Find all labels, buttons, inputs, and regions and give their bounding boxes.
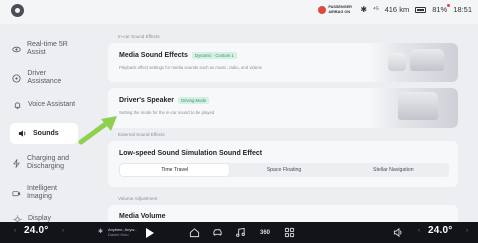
airbag-icon bbox=[318, 5, 327, 14]
car-icon[interactable] bbox=[211, 226, 224, 239]
airbag-indicator: PASSENGER AIRBAG ON bbox=[318, 5, 354, 14]
headrest-image bbox=[368, 88, 458, 128]
play-icon[interactable] bbox=[146, 228, 154, 238]
bell-icon bbox=[12, 100, 22, 110]
status-indicators: PASSENGER AIRBAG ON ✱ ⁴ᴳ 416 km 81% 18:5… bbox=[318, 4, 472, 14]
car-logo-icon bbox=[11, 4, 24, 17]
sidebar-item-label: Real-time 5R Assist bbox=[27, 41, 68, 56]
card-title-text: Driver's Speaker bbox=[119, 97, 174, 104]
pointer-arrow-icon bbox=[78, 116, 117, 145]
media-volume-title: Media Volume bbox=[119, 213, 166, 220]
sidebar-item-label: Driver Assistance bbox=[27, 70, 62, 85]
section-label-external: External Sound Effects bbox=[118, 132, 165, 137]
media-sound-effects-subtitle: Playback effect settings for media sound… bbox=[119, 65, 262, 70]
media-sound-effects-card[interactable]: Media Sound Effects Dynamic · Custom 1 P… bbox=[108, 43, 458, 82]
speaker-icon bbox=[17, 129, 27, 139]
speaker-image bbox=[368, 43, 458, 82]
settings-sidebar: Real-time 5R Assist Driver Assistance Vo… bbox=[0, 24, 82, 224]
sidebar-item-label: Intelligent Imaging bbox=[27, 185, 57, 200]
dock-360-label: 360 bbox=[259, 229, 270, 236]
sounds-settings-panel: In-car Sound Effects Media Sound Effects… bbox=[102, 24, 458, 222]
sidebar-item-charging[interactable]: Charging and Discharging bbox=[12, 155, 78, 171]
status-bar: PASSENGER AIRBAG ON ✱ ⁴ᴳ 416 km 81% 18:5… bbox=[0, 0, 478, 24]
section-label-volume: Volume Adjustment bbox=[118, 196, 158, 201]
left-temp-increase-icon[interactable]: › bbox=[62, 228, 64, 234]
music-info: Anytime, Anyw... Daniel Kuiu bbox=[108, 227, 137, 237]
music-widget[interactable]: ✱ Anytime, Anyw... Daniel Kuiu bbox=[98, 227, 137, 237]
option-space-floating[interactable]: Space Floating bbox=[229, 164, 338, 176]
bottom-dock: ‹ 24.0° › ✱ Anytime, Anyw... Daniel Kuiu… bbox=[0, 222, 478, 243]
sidebar-item-realtime-assist[interactable]: Real-time 5R Assist bbox=[12, 41, 78, 57]
media-effects-tag: Dynamic · Custom 1 bbox=[191, 52, 237, 59]
low-speed-sound-selector: Time Travel Space Floating Stellar Navig… bbox=[119, 163, 449, 177]
right-temp-decrease-icon[interactable]: ‹ bbox=[418, 228, 420, 234]
low-speed-sound-card: Low-speed Sound Simulation Sound Effect … bbox=[108, 141, 458, 187]
sidebar-item-voice-assistant[interactable]: Voice Assistant bbox=[12, 100, 78, 110]
volume-icon[interactable] bbox=[392, 226, 405, 239]
signal-icon: ⁴ᴳ bbox=[373, 6, 379, 13]
driving-mode-tag: Driving Mode bbox=[177, 97, 210, 104]
sidebar-item-label: Charging and Discharging bbox=[27, 155, 70, 170]
left-temp-decrease-icon[interactable]: ‹ bbox=[14, 228, 16, 234]
eye-icon bbox=[12, 44, 21, 54]
drivers-speaker-subtitle: Setting the mode for the in-car sound to… bbox=[119, 110, 215, 115]
card-title-text: Media Sound Effects bbox=[119, 52, 188, 59]
camera-icon bbox=[12, 188, 21, 198]
range-text: 416 km bbox=[384, 5, 410, 14]
apps-icon[interactable] bbox=[283, 226, 296, 239]
sidebar-item-driver-assistance[interactable]: Driver Assistance bbox=[12, 70, 78, 86]
media-volume-card: Media Volume bbox=[108, 205, 458, 222]
option-time-travel[interactable]: Time Travel bbox=[120, 164, 230, 176]
right-temperature[interactable]: 24.0° bbox=[428, 225, 452, 236]
camera-360-icon[interactable]: 360 bbox=[257, 226, 273, 239]
steering-icon bbox=[12, 73, 21, 83]
drivers-speaker-title: Driver's Speaker Driving Mode bbox=[119, 97, 210, 104]
drivers-speaker-card[interactable]: Driver's Speaker Driving Mode Setting th… bbox=[108, 88, 458, 128]
airbag-text: PASSENGER AIRBAG ON bbox=[328, 5, 352, 14]
option-stellar-navigation[interactable]: Stellar Navigation bbox=[339, 164, 448, 176]
low-speed-title: Low-speed Sound Simulation Sound Effect bbox=[119, 150, 263, 157]
clock: 18:51 bbox=[453, 5, 472, 14]
sidebar-item-label: Sounds bbox=[33, 129, 59, 137]
sidebar-item-sounds[interactable]: Sounds bbox=[10, 123, 78, 144]
section-label-in-car: In-car Sound Effects bbox=[118, 34, 160, 39]
left-temperature[interactable]: 24.0° bbox=[24, 225, 48, 236]
sidebar-item-intelligent-imaging[interactable]: Intelligent Imaging bbox=[12, 185, 78, 201]
music-icon[interactable] bbox=[234, 226, 247, 239]
battery-percent: 81% bbox=[432, 4, 451, 14]
battery-icon bbox=[415, 6, 427, 13]
sidebar-item-label: Voice Assistant bbox=[28, 101, 76, 108]
bluetooth-icon: ✱ bbox=[360, 5, 368, 14]
home-icon[interactable] bbox=[188, 226, 201, 239]
right-temp-increase-icon[interactable]: › bbox=[466, 228, 468, 234]
song-artist: Daniel Kuiu bbox=[108, 232, 129, 237]
bluetooth-music-icon: ✱ bbox=[98, 229, 104, 235]
media-sound-effects-title: Media Sound Effects Dynamic · Custom 1 bbox=[119, 52, 237, 59]
charging-icon bbox=[12, 158, 21, 168]
